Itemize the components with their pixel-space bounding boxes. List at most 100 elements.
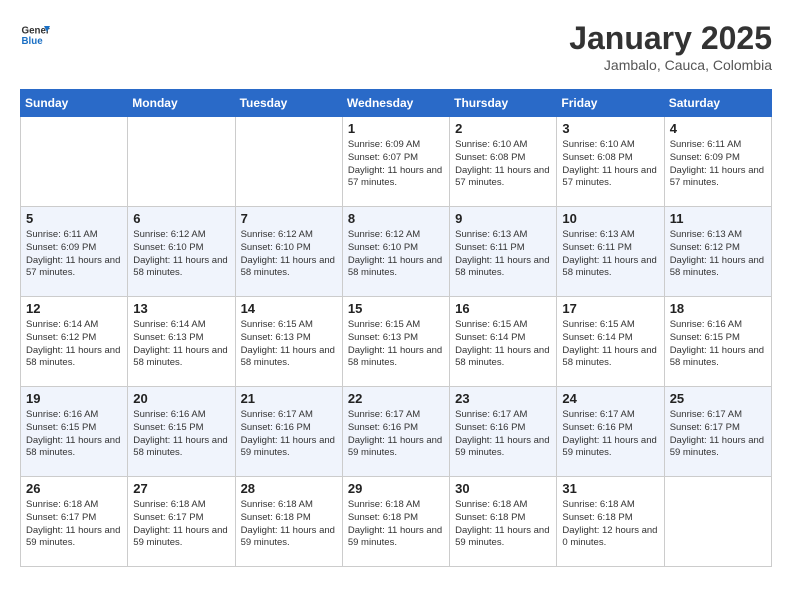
weekday-header: Monday (128, 90, 235, 117)
weekday-header: Wednesday (342, 90, 449, 117)
calendar-table: SundayMondayTuesdayWednesdayThursdayFrid… (20, 89, 772, 567)
day-info: Sunrise: 6:17 AMSunset: 6:16 PMDaylight:… (241, 409, 337, 460)
day-info: Sunrise: 6:17 AMSunset: 6:16 PMDaylight:… (455, 409, 551, 460)
weekday-header: Thursday (450, 90, 557, 117)
day-number: 11 (670, 211, 766, 226)
day-info: Sunrise: 6:18 AMSunset: 6:18 PMDaylight:… (348, 499, 444, 550)
day-number: 18 (670, 301, 766, 316)
calendar-cell: 10Sunrise: 6:13 AMSunset: 6:11 PMDayligh… (557, 207, 664, 297)
calendar-week-row: 26 Sunrise: 6:18 AMSunset: 6:17 PMDayligh… (21, 477, 772, 567)
day-number: 15 (348, 301, 444, 316)
day-number: 26 (26, 481, 122, 496)
calendar-cell: 23 Sunrise: 6:17 AMSunset: 6:16 PMDayligh… (450, 387, 557, 477)
calendar-cell: 8Sunrise: 6:12 AMSunset: 6:10 PMDaylight… (342, 207, 449, 297)
day-info: Sunrise: 6:17 AMSunset: 6:16 PMDaylight:… (562, 409, 658, 460)
day-info: Sunrise: 6:17 AMSunset: 6:16 PMDaylight:… (348, 409, 444, 460)
day-number: 31 (562, 481, 658, 496)
calendar-cell: 16 Sunrise: 6:15 AMSunset: 6:14 PMDayligh… (450, 297, 557, 387)
day-info: Sunrise: 6:18 AMSunset: 6:18 PMDaylight:… (455, 499, 551, 550)
calendar-week-row: 5 Sunrise: 6:11 AMSunset: 6:09 PMDaylight… (21, 207, 772, 297)
day-number: 6 (133, 211, 229, 226)
day-info: Sunrise: 6:18 AMSunset: 6:18 PMDaylight:… (562, 499, 658, 550)
day-info: Sunrise: 6:16 AMSunset: 6:15 PMDaylight:… (133, 409, 229, 460)
calendar-week-row: 19 Sunrise: 6:16 AMSunset: 6:15 PMDayligh… (21, 387, 772, 477)
day-info: Sunrise: 6:18 AMSunset: 6:18 PMDaylight:… (241, 499, 337, 550)
calendar-cell: 3Sunrise: 6:10 AMSunset: 6:08 PMDaylight… (557, 117, 664, 207)
day-info: Sunrise: 6:17 AMSunset: 6:17 PMDaylight:… (670, 409, 766, 460)
calendar-cell: 17 Sunrise: 6:15 AMSunset: 6:14 PMDayligh… (557, 297, 664, 387)
day-info: Sunrise: 6:14 AMSunset: 6:13 PMDaylight:… (133, 319, 229, 370)
month-title: January 2025 (569, 20, 772, 57)
day-info: Sunrise: 6:11 AMSunset: 6:09 PMDaylight:… (26, 229, 122, 280)
day-info: Sunrise: 6:10 AMSunset: 6:08 PMDaylight:… (562, 139, 658, 190)
day-info: Sunrise: 6:13 AMSunset: 6:11 PMDaylight:… (455, 229, 551, 280)
calendar-cell: 2 Sunrise: 6:10 AMSunset: 6:08 PMDaylight… (450, 117, 557, 207)
calendar-cell: 22 Sunrise: 6:17 AMSunset: 6:16 PMDayligh… (342, 387, 449, 477)
calendar-header-row: SundayMondayTuesdayWednesdayThursdayFrid… (21, 90, 772, 117)
day-number: 23 (455, 391, 551, 406)
day-info: Sunrise: 6:12 AMSunset: 6:10 PMDaylight:… (241, 229, 337, 280)
day-info: Sunrise: 6:15 AMSunset: 6:14 PMDaylight:… (562, 319, 658, 370)
day-info: Sunrise: 6:15 AMSunset: 6:13 PMDaylight:… (241, 319, 337, 370)
calendar-cell: 29 Sunrise: 6:18 AMSunset: 6:18 PMDayligh… (342, 477, 449, 567)
day-number: 7 (241, 211, 337, 226)
day-number: 1 (348, 121, 444, 136)
calendar-cell: 26Sunrise: 6:18 AMSunset: 6:17 PMDayligh… (21, 477, 128, 567)
calendar-cell: 4Sunrise: 6:11 AMSunset: 6:09 PMDaylight… (664, 117, 771, 207)
day-number: 2 (455, 121, 551, 136)
calendar-cell: 18 Sunrise: 6:16 AMSunset: 6:15 PMDayligh… (664, 297, 771, 387)
day-info: Sunrise: 6:12 AMSunset: 6:10 PMDaylight:… (133, 229, 229, 280)
calendar-cell: 11Sunrise: 6:13 AMSunset: 6:12 PMDayligh… (664, 207, 771, 297)
day-info: Sunrise: 6:13 AMSunset: 6:11 PMDaylight:… (562, 229, 658, 280)
calendar-cell: 19 Sunrise: 6:16 AMSunset: 6:15 PMDayligh… (21, 387, 128, 477)
day-number: 9 (455, 211, 551, 226)
day-number: 12 (26, 301, 122, 316)
day-number: 20 (133, 391, 229, 406)
day-info: Sunrise: 6:09 AMSunset: 6:07 PMDaylight:… (348, 139, 444, 190)
calendar-cell: 24Sunrise: 6:17 AMSunset: 6:16 PMDayligh… (557, 387, 664, 477)
day-info: Sunrise: 6:16 AMSunset: 6:15 PMDaylight:… (670, 319, 766, 370)
calendar-cell: 1 Sunrise: 6:09 AMSunset: 6:07 PMDaylight… (342, 117, 449, 207)
calendar-cell: 15 Sunrise: 6:15 AMSunset: 6:13 PMDayligh… (342, 297, 449, 387)
day-info: Sunrise: 6:15 AMSunset: 6:14 PMDaylight:… (455, 319, 551, 370)
day-number: 30 (455, 481, 551, 496)
day-info: Sunrise: 6:14 AMSunset: 6:12 PMDaylight:… (26, 319, 122, 370)
calendar-cell: 6 Sunrise: 6:12 AMSunset: 6:10 PMDaylight… (128, 207, 235, 297)
location: Jambalo, Cauca, Colombia (569, 57, 772, 73)
calendar-cell (235, 117, 342, 207)
logo-icon: General Blue (20, 20, 50, 50)
day-info: Sunrise: 6:11 AMSunset: 6:09 PMDaylight:… (670, 139, 766, 190)
calendar-cell: 28 Sunrise: 6:18 AMSunset: 6:18 PMDayligh… (235, 477, 342, 567)
day-number: 27 (133, 481, 229, 496)
svg-text:Blue: Blue (22, 36, 44, 47)
day-number: 13 (133, 301, 229, 316)
calendar-cell: 7 Sunrise: 6:12 AMSunset: 6:10 PMDaylight… (235, 207, 342, 297)
calendar-cell: 20 Sunrise: 6:16 AMSunset: 6:15 PMDayligh… (128, 387, 235, 477)
calendar-cell: 21Sunrise: 6:17 AMSunset: 6:16 PMDayligh… (235, 387, 342, 477)
weekday-header: Sunday (21, 90, 128, 117)
day-number: 5 (26, 211, 122, 226)
calendar-cell: 5 Sunrise: 6:11 AMSunset: 6:09 PMDaylight… (21, 207, 128, 297)
calendar-cell: 25 Sunrise: 6:17 AMSunset: 6:17 PMDayligh… (664, 387, 771, 477)
day-number: 19 (26, 391, 122, 406)
day-number: 28 (241, 481, 337, 496)
logo: General Blue (20, 20, 50, 50)
calendar-cell: 13 Sunrise: 6:14 AMSunset: 6:13 PMDayligh… (128, 297, 235, 387)
weekday-header: Friday (557, 90, 664, 117)
day-number: 16 (455, 301, 551, 316)
day-info: Sunrise: 6:10 AMSunset: 6:08 PMDaylight:… (455, 139, 551, 190)
day-number: 29 (348, 481, 444, 496)
calendar-cell (21, 117, 128, 207)
day-number: 22 (348, 391, 444, 406)
day-number: 14 (241, 301, 337, 316)
calendar-cell: 27 Sunrise: 6:18 AMSunset: 6:17 PMDayligh… (128, 477, 235, 567)
title-area: January 2025 Jambalo, Cauca, Colombia (569, 20, 772, 73)
day-number: 17 (562, 301, 658, 316)
day-info: Sunrise: 6:18 AMSunset: 6:17 PMDaylight:… (133, 499, 229, 550)
day-number: 25 (670, 391, 766, 406)
calendar-cell: 9 Sunrise: 6:13 AMSunset: 6:11 PMDaylight… (450, 207, 557, 297)
weekday-header: Saturday (664, 90, 771, 117)
day-info: Sunrise: 6:15 AMSunset: 6:13 PMDaylight:… (348, 319, 444, 370)
day-number: 8 (348, 211, 444, 226)
day-info: Sunrise: 6:16 AMSunset: 6:15 PMDaylight:… (26, 409, 122, 460)
